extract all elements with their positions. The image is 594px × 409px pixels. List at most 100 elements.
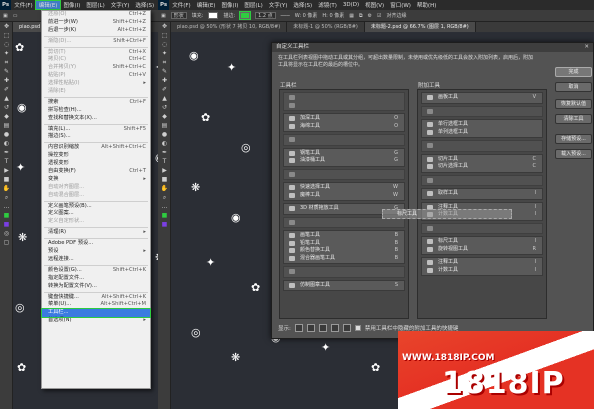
tool-item[interactable] xyxy=(284,102,404,110)
tool-group[interactable]: 单行选框工具 单列选框工具 xyxy=(421,119,543,138)
edit-menu-item[interactable]: 定义自定形状... xyxy=(42,218,150,226)
tool-item[interactable] xyxy=(284,268,404,276)
show-more-icon[interactable] xyxy=(294,324,303,332)
edit-menu-item[interactable]: 选择性粘贴(I) ▸ xyxy=(42,80,150,88)
foreground-color-swatch[interactable]: ■ xyxy=(158,211,171,220)
path-select-icon[interactable]: ▶ xyxy=(158,166,171,175)
tool-item[interactable] xyxy=(422,108,542,116)
tab-doc-1[interactable]: piao.psd @ 50% (形状 7 拷贝 10, RGB/8#) xyxy=(171,22,288,32)
tool-preset-icon[interactable]: ▣ xyxy=(161,13,166,19)
tool-group[interactable] xyxy=(421,174,543,186)
tool-preset-icon[interactable]: ▣ xyxy=(3,13,8,19)
edit-menu-item[interactable]: 指定配置文件... xyxy=(42,275,150,283)
stroke-swatch[interactable] xyxy=(239,11,252,20)
edit-menu-item[interactable]: 转换为配置文件(V)... xyxy=(42,283,150,291)
gear-icon[interactable]: ⚙ xyxy=(368,13,372,19)
eraser-tool-icon[interactable]: ◆ xyxy=(0,112,13,121)
tool-group[interactable] xyxy=(421,105,543,117)
menu-edit-right[interactable]: 编辑(E) xyxy=(194,1,219,9)
disable-shortcuts-checkbox[interactable] xyxy=(354,325,361,331)
tool-item[interactable]: 油漆桶工具 G xyxy=(284,157,404,165)
wand-tool-icon[interactable]: ✦ xyxy=(158,49,171,58)
restore-defaults-button[interactable]: 恢复默认值 xyxy=(555,99,592,109)
tool-group[interactable]: 切片工具 C 切片选择工具 C xyxy=(421,153,543,173)
menu-select-right[interactable]: 选择(S) xyxy=(290,1,315,9)
edit-menu-item[interactable]: 拼写检查(H)... xyxy=(42,107,150,115)
edit-menu-item[interactable]: 操控变形 xyxy=(42,152,150,160)
background-color-swatch[interactable]: ■ xyxy=(0,220,13,229)
shape-icon[interactable]: ▭ xyxy=(13,13,18,19)
show-color-icon[interactable] xyxy=(318,324,327,332)
tool-item[interactable]: 魔棒工具 W xyxy=(284,192,404,200)
tool-group[interactable]: 仿制图章工具 S xyxy=(283,279,405,291)
show-mask-icon[interactable] xyxy=(330,324,339,332)
shape-tool-icon[interactable]: ■ xyxy=(0,175,13,184)
edit-menu-item[interactable]: 预设 ▸ xyxy=(42,248,150,256)
type-tool-icon[interactable]: T xyxy=(158,157,171,166)
eyedropper-tool-icon[interactable]: ✎ xyxy=(158,67,171,76)
save-preset-button[interactable]: 存储预设... xyxy=(555,134,592,144)
eyedropper-tool-icon[interactable]: ✎ xyxy=(0,67,13,76)
tool-item[interactable]: 计数工具 I xyxy=(422,267,542,275)
tool-item[interactable] xyxy=(422,177,542,185)
screen-mode-icon[interactable]: ▢ xyxy=(0,238,13,247)
tool-item[interactable]: 海绵工具 O xyxy=(284,123,404,131)
edit-menu-item[interactable]: 粘贴(P) Ctrl+V xyxy=(42,72,150,80)
cancel-button[interactable]: 取消 xyxy=(555,82,592,92)
align-edges-checkbox[interactable]: ☑ xyxy=(377,13,381,19)
move-tool-icon[interactable]: ✥ xyxy=(0,22,13,31)
tool-item[interactable] xyxy=(284,94,404,102)
dragged-tool-ghost[interactable]: 标尺工具 xyxy=(382,209,512,219)
menu-file[interactable]: 文件(F) xyxy=(11,1,35,9)
crop-tool-icon[interactable]: ⌗ xyxy=(0,58,13,67)
tool-item[interactable]: 切片工具 C xyxy=(422,156,542,164)
blur-tool-icon[interactable]: ● xyxy=(158,130,171,139)
tool-group[interactable]: 标尺工具 I 旋转视图工具 R xyxy=(421,236,543,255)
align-icon[interactable]: ▦ xyxy=(349,13,354,19)
tool-item[interactable]: 钢笔工具 G xyxy=(284,150,404,158)
crop-tool-icon[interactable]: ⌗ xyxy=(158,58,171,67)
tool-item[interactable] xyxy=(422,225,542,233)
edit-menu-item[interactable]: 自动对齐图层... xyxy=(42,184,150,192)
edit-menu-item[interactable]: 前进一步(W) Shift+Ctrl+Z xyxy=(42,19,150,27)
dodge-tool-icon[interactable]: ◐ xyxy=(0,139,13,148)
edit-menu-item[interactable]: 描边(S)... xyxy=(42,133,150,141)
menu-filter-right[interactable]: 滤镜(T) xyxy=(315,1,340,9)
lasso-tool-icon[interactable]: ◌ xyxy=(158,40,171,49)
edit-menu-item[interactable]: 自由变换(F) Ctrl+T xyxy=(42,168,150,176)
lasso-tool-icon[interactable]: ◌ xyxy=(0,40,13,49)
edit-menu-item[interactable]: 远程连接... xyxy=(42,256,150,264)
zoom-tool-icon[interactable]: ⌕ xyxy=(158,193,171,202)
tool-group[interactable]: 注释工具 I 计数工具 I xyxy=(421,257,543,276)
heal-tool-icon[interactable]: ✚ xyxy=(0,76,13,85)
stroke-width-field[interactable]: 1.2 点 xyxy=(255,12,276,19)
background-color-swatch[interactable]: ■ xyxy=(158,220,171,229)
quickmask-icon[interactable]: ◎ xyxy=(0,229,13,238)
line-style-icon[interactable]: ─── xyxy=(281,13,290,19)
edit-menu-item[interactable]: 搜索 Ctrl+F xyxy=(42,99,150,107)
tool-item[interactable] xyxy=(422,142,542,150)
tool-item[interactable]: 画板工具 V xyxy=(422,94,542,102)
menu-3d-right[interactable]: 3D(D) xyxy=(340,2,362,8)
tool-group[interactable]: 画笔工具 B 铅笔工具 B 颜色替换工具 B 混合器画笔工具 B xyxy=(283,230,405,264)
tool-item[interactable]: 取样工具 I xyxy=(422,190,542,198)
edit-menu-item[interactable]: 颜色设置(G)... Shift+Ctrl+K xyxy=(42,267,150,275)
edit-menu-item[interactable]: 变换 ▸ xyxy=(42,176,150,184)
tool-group[interactable]: 钢笔工具 G 油漆桶工具 G xyxy=(283,147,405,167)
history-brush-icon[interactable]: ↺ xyxy=(158,103,171,112)
dodge-tool-icon[interactable]: ◐ xyxy=(158,139,171,148)
tool-item[interactable] xyxy=(284,136,404,144)
edit-menu-item[interactable]: 后退一步(K) Alt+Ctrl+Z xyxy=(42,27,150,35)
tool-item[interactable]: 混合器画笔工具 B xyxy=(284,255,404,263)
tool-item[interactable]: 画笔工具 B xyxy=(284,232,404,240)
tool-item[interactable]: 旋转视图工具 R xyxy=(422,246,542,254)
arrange-icon[interactable]: ⧉ xyxy=(359,13,363,19)
more-tools-icon[interactable]: … xyxy=(0,202,13,211)
tool-item[interactable]: 铅笔工具 B xyxy=(284,240,404,248)
hand-tool-icon[interactable]: ✋ xyxy=(0,184,13,193)
tool-item[interactable]: 标尺工具 I xyxy=(422,238,542,246)
pen-tool-icon[interactable]: ✒ xyxy=(0,148,13,157)
hand-tool-icon[interactable]: ✋ xyxy=(158,184,171,193)
tab-doc-3[interactable]: 未标题-2.psd @ 66.7% (图层 1, RGB/8#) xyxy=(364,22,476,32)
edit-menu-item[interactable]: 清除(E) xyxy=(42,88,150,96)
